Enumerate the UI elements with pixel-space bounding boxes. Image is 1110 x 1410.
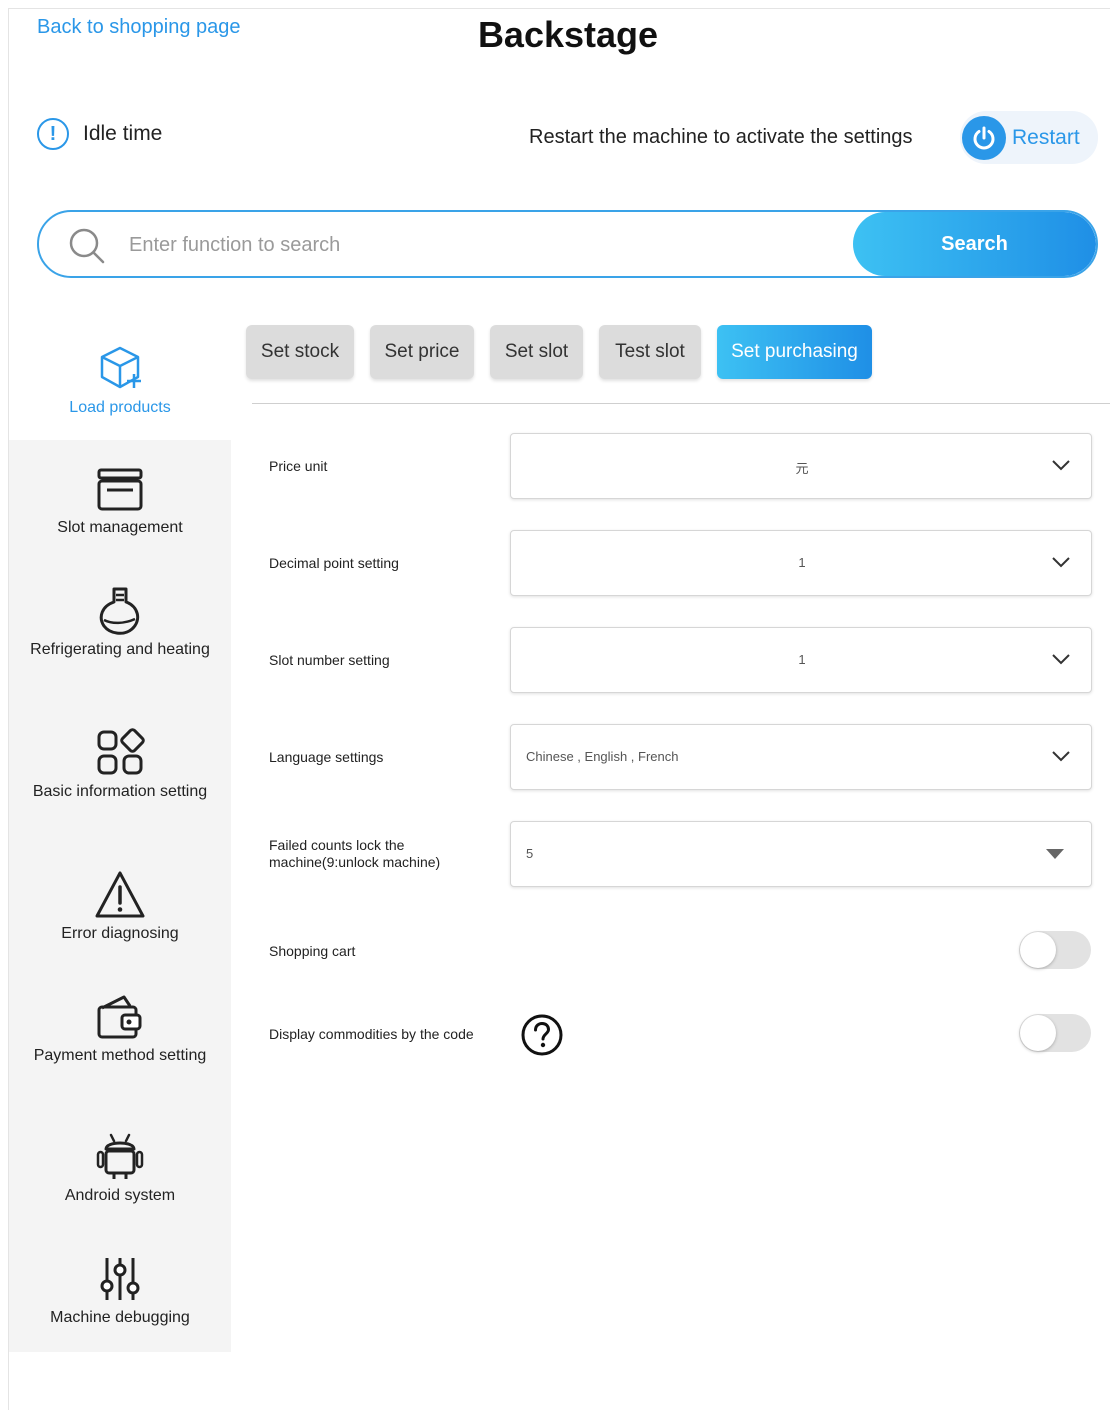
- sidebar-item-android-system[interactable]: Android system: [9, 1132, 231, 1206]
- failed-counts-value: 5: [526, 846, 534, 861]
- search-icon: [69, 228, 105, 264]
- info-icon: !: [37, 118, 69, 150]
- sidebar-item-payment-method[interactable]: Payment method setting: [9, 992, 231, 1066]
- language-value: Chinese , English , French: [526, 749, 679, 764]
- sidebar-item-label: Basic information setting: [32, 783, 208, 800]
- slot-number-select[interactable]: 1: [510, 627, 1092, 693]
- toggle-knob: [1020, 1015, 1056, 1051]
- tab-test-slot[interactable]: Test slot: [599, 325, 701, 379]
- wallet-icon: [97, 995, 142, 1039]
- sidebar-item-label: Slot management: [57, 519, 183, 536]
- idle-status: ! Idle time: [37, 118, 162, 150]
- shopping-cart-toggle[interactable]: [1019, 931, 1091, 969]
- tab-set-slot[interactable]: Set slot: [490, 325, 583, 379]
- sidebar-item-error-diagnosing[interactable]: Error diagnosing: [9, 870, 231, 944]
- sidebar-item-label: Machine debugging: [50, 1309, 190, 1326]
- search-input[interactable]: [127, 224, 851, 266]
- sidebar-item-label: Error diagnosing: [61, 925, 179, 942]
- apps-grid-icon: [97, 728, 145, 775]
- page-title: Backstage: [477, 14, 659, 55]
- sidebar-item-label: Refrigerating and heating: [30, 641, 210, 658]
- idle-text: Idle time: [83, 122, 163, 145]
- search-button[interactable]: Search: [853, 212, 1096, 276]
- chevron-down-icon: [1052, 460, 1070, 471]
- price-unit-label: Price unit: [269, 458, 328, 474]
- caret-down-icon: [1046, 849, 1064, 859]
- tab-set-stock[interactable]: Set stock: [246, 325, 354, 379]
- sidebar-item-slot-management[interactable]: Slot management: [9, 464, 231, 538]
- display-by-code-label: Display commodities by the code: [269, 1026, 474, 1042]
- failed-counts-label-line1: Failed counts lock the: [269, 837, 405, 853]
- question-circle-icon[interactable]: [520, 1013, 564, 1057]
- slot-number-label: Slot number setting: [269, 652, 390, 668]
- toggle-knob: [1020, 932, 1056, 968]
- sidebar-item-load-products[interactable]: Load products: [9, 344, 231, 418]
- language-label: Language settings: [269, 749, 384, 765]
- power-icon: [962, 115, 1006, 160]
- tab-set-price[interactable]: Set price: [370, 325, 474, 379]
- sidebar: Load products Slot management Refrigerat…: [9, 310, 231, 1352]
- tab-bar: Set stock Set price Set slot Test slot S…: [246, 325, 888, 379]
- restart-note: Restart the machine to activate the sett…: [529, 126, 913, 148]
- android-icon: [96, 1133, 144, 1179]
- price-unit-select[interactable]: 元: [510, 433, 1092, 499]
- search-bar: Search: [37, 210, 1098, 278]
- chevron-down-icon: [1052, 751, 1070, 762]
- failed-counts-label-line2: machine(9:unlock machine): [269, 854, 441, 870]
- sidebar-item-label: Payment method setting: [33, 1047, 207, 1064]
- flask-icon: [99, 587, 140, 635]
- language-select[interactable]: Chinese , English , French: [510, 724, 1092, 790]
- chevron-down-icon: [1052, 557, 1070, 568]
- sidebar-item-label: Load products: [69, 399, 171, 416]
- sidebar-item-refrigerating-heating[interactable]: Refrigerating and heating: [9, 586, 231, 660]
- sidebar-item-label: Android system: [64, 1187, 176, 1204]
- decimal-point-value: 1: [798, 555, 806, 570]
- sidebar-item-basic-information[interactable]: Basic information setting: [9, 728, 231, 802]
- tab-set-purchasing[interactable]: Set purchasing: [717, 325, 872, 379]
- decimal-point-label: Decimal point setting: [269, 555, 399, 571]
- display-by-code-toggle[interactable]: [1019, 1014, 1091, 1052]
- price-unit-value: 元: [795, 461, 809, 476]
- tab-divider: [252, 403, 1110, 404]
- warning-icon: [95, 871, 145, 918]
- restart-button[interactable]: Restart: [960, 111, 1098, 164]
- failed-counts-label: Failed counts lock the machine(9:unlock …: [269, 837, 440, 871]
- restart-label: Restart: [1012, 125, 1080, 149]
- box-plus-icon: [100, 346, 141, 389]
- decimal-point-select[interactable]: 1: [510, 530, 1092, 596]
- sidebar-item-machine-debugging[interactable]: Machine debugging: [9, 1254, 231, 1328]
- shopping-cart-label: Shopping cart: [269, 943, 356, 959]
- chevron-down-icon: [1052, 654, 1070, 665]
- slot-number-value: 1: [798, 652, 806, 667]
- archive-icon: [97, 468, 143, 511]
- failed-counts-select[interactable]: 5: [510, 821, 1092, 887]
- sliders-icon: [100, 1258, 140, 1300]
